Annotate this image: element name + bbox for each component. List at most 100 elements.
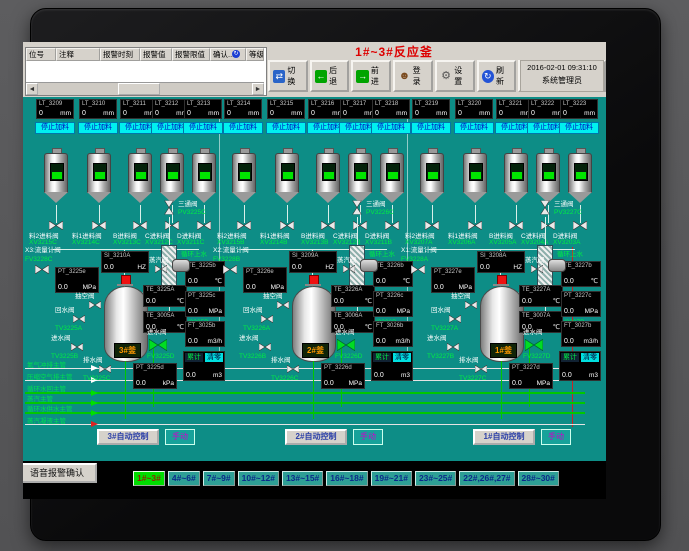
page-button[interactable]: 13#~15#	[282, 471, 323, 486]
three-way-valve-icon[interactable]	[353, 201, 362, 215]
three-way-valve-tag: PV3227C	[554, 209, 582, 217]
return-valve-icon[interactable]	[73, 315, 85, 323]
auto-control-button[interactable]: 3#自动控制	[97, 429, 159, 445]
drain-valve-icon[interactable]	[475, 365, 487, 373]
tank-level-tag: LT_3214	[225, 100, 261, 107]
tank-level-indicator	[198, 163, 212, 181]
page-button[interactable]: 22#,26#,27#	[459, 471, 514, 486]
inlet-valve-icon[interactable]	[71, 343, 83, 351]
toolbar-button-label: 后退	[329, 65, 344, 87]
page-button[interactable]: 4#~6#	[168, 471, 200, 486]
feed-valve-icon[interactable]	[237, 221, 251, 230]
feed-valve-icon[interactable]	[509, 221, 523, 230]
water-inlet-valve-tag: FV3225D	[147, 353, 174, 361]
page-button[interactable]: 19#~21#	[371, 471, 412, 486]
flow-meter-valve-icon[interactable]	[35, 265, 49, 274]
current-user: 系统管理员	[521, 75, 603, 87]
feed-valve-tag: XV3207A	[405, 239, 432, 246]
toolbar-button[interactable]: ⇄ 切换	[268, 60, 308, 92]
inlet-valve-icon[interactable]	[259, 343, 271, 351]
feed-valve-icon[interactable]	[280, 221, 294, 230]
toolbar-button[interactable]: ☻ 登录	[393, 60, 433, 92]
toolbar-button-icon: ←	[315, 70, 327, 83]
water-inlet-valve-icon[interactable]	[149, 339, 167, 351]
steam-valve-icon[interactable]	[531, 265, 543, 273]
totalizer-clear-button[interactable]: 清零	[205, 353, 223, 362]
tank-level-value: 0	[82, 110, 86, 117]
tank-level-display: LT_3210 0 mm	[79, 99, 117, 119]
toolbar-button[interactable]: ← 后退	[310, 60, 350, 92]
totalizer-value: 0.0	[562, 372, 572, 379]
totalizer-value: 0.0	[374, 372, 384, 379]
auto-control-button[interactable]: 1#自动控制	[473, 429, 535, 445]
auto-control-button[interactable]: 2#自动控制	[285, 429, 347, 445]
feed-valve-icon[interactable]	[133, 221, 147, 230]
feed-status-chip: 停止加料	[183, 122, 223, 134]
tank-level-value: 0	[311, 110, 315, 117]
tank-level-tag: LT_3215	[268, 100, 304, 107]
feed-valve-icon[interactable]	[165, 221, 179, 230]
flow-meter-valve-icon[interactable]	[223, 265, 237, 274]
inlet-valve-icon[interactable]	[447, 343, 459, 351]
voice-alarm-confirm-button[interactable]: 语音报警确认	[23, 463, 97, 483]
flow-unit: m3/h	[396, 338, 410, 345]
speed-unit: HZ	[513, 264, 522, 271]
vacuum-valve-icon[interactable]	[277, 301, 289, 309]
vacuum-valve-name: 抽空阀	[263, 293, 283, 301]
water-inlet-valve-icon[interactable]	[337, 339, 355, 351]
feed-valve-icon[interactable]	[321, 221, 335, 230]
page-button[interactable]: 10#~12#	[238, 471, 279, 486]
toolbar-button[interactable]: ⚙ 设置	[435, 60, 475, 92]
feed-valve-icon[interactable]	[353, 221, 367, 230]
datetime-panel: 2016-02-01 09:31:10 系统管理员	[520, 60, 604, 92]
jacket-pressure-tag: PT_3226c	[374, 292, 412, 299]
steam-valve-icon[interactable]	[155, 265, 167, 273]
three-way-valve-icon[interactable]	[165, 201, 174, 215]
feed-valve-icon[interactable]	[573, 221, 587, 230]
page-button[interactable]: 16#~18#	[326, 471, 367, 486]
tank-cone	[463, 192, 487, 203]
page-button[interactable]: 28#~30#	[518, 471, 559, 486]
temperature-display: TE_3225A 0.0 ℃	[143, 285, 187, 307]
page-button[interactable]: 23#~25#	[415, 471, 456, 486]
return-valve-icon[interactable]	[449, 315, 461, 323]
agitator-speed-display: SI_3208A 0.0 HZ	[477, 251, 525, 273]
feed-valve-icon[interactable]	[49, 221, 63, 230]
scrollbar-thumb[interactable]	[118, 83, 160, 95]
feed-valve-icon[interactable]	[197, 221, 211, 230]
toolbar-button-icon: ↻	[482, 70, 494, 83]
bottom-pressure-unit: MPa	[349, 380, 362, 387]
alarm-table-scrollbar[interactable]: ◄ ►	[26, 82, 264, 95]
three-way-valve-icon[interactable]	[541, 201, 550, 215]
toolbar-button[interactable]: ↻ 刷新	[477, 60, 517, 92]
feed-valve-icon[interactable]	[425, 221, 439, 230]
tank-level-unit: mm	[479, 110, 490, 117]
vacuum-valve-icon[interactable]	[465, 301, 477, 309]
scroll-left-arrow-icon[interactable]: ◄	[26, 83, 38, 95]
steam-valve-icon[interactable]	[343, 265, 355, 273]
flow-meter-valve-icon[interactable]	[411, 265, 425, 274]
reactor-name-plate: 3#釜	[114, 343, 141, 358]
water-inlet-valve-icon[interactable]	[525, 339, 543, 351]
return-valve-icon[interactable]	[261, 315, 273, 323]
reactor-group: LT_3214 0 mm 停止加料	[223, 99, 413, 451]
scroll-right-arrow-icon[interactable]: ►	[252, 83, 264, 95]
three-way-valve-name: 三通阀	[366, 201, 386, 209]
drain-valve-icon[interactable]	[99, 365, 111, 373]
flow-display: FT_3026b 0.0 m3/h	[373, 321, 413, 347]
feed-valve-icon[interactable]	[385, 221, 399, 230]
jacket-temperature-value: 0.0	[188, 278, 198, 285]
feed-valve-tag: XV3215C	[29, 239, 57, 246]
feed-valve-icon[interactable]	[468, 221, 482, 230]
flow-totalizer: 累计 清零 0.0 m3	[371, 351, 413, 381]
feed-valve-icon[interactable]	[541, 221, 555, 230]
drain-valve-icon[interactable]	[287, 365, 299, 373]
page-button[interactable]: 1#~3#	[133, 471, 165, 486]
vacuum-valve-icon[interactable]	[89, 301, 101, 309]
toolbar-button[interactable]: → 前进	[351, 60, 391, 92]
totalizer-clear-button[interactable]: 清零	[393, 353, 411, 362]
feed-valve-icon[interactable]	[92, 221, 106, 230]
header: 位号注释报警时刻报警值报警限值确认...等级 ↻ ◄ ► 1#~3#反应釜 ⇄ …	[23, 42, 606, 98]
totalizer-clear-button[interactable]: 清零	[581, 353, 599, 362]
page-button[interactable]: 7#~9#	[203, 471, 235, 486]
